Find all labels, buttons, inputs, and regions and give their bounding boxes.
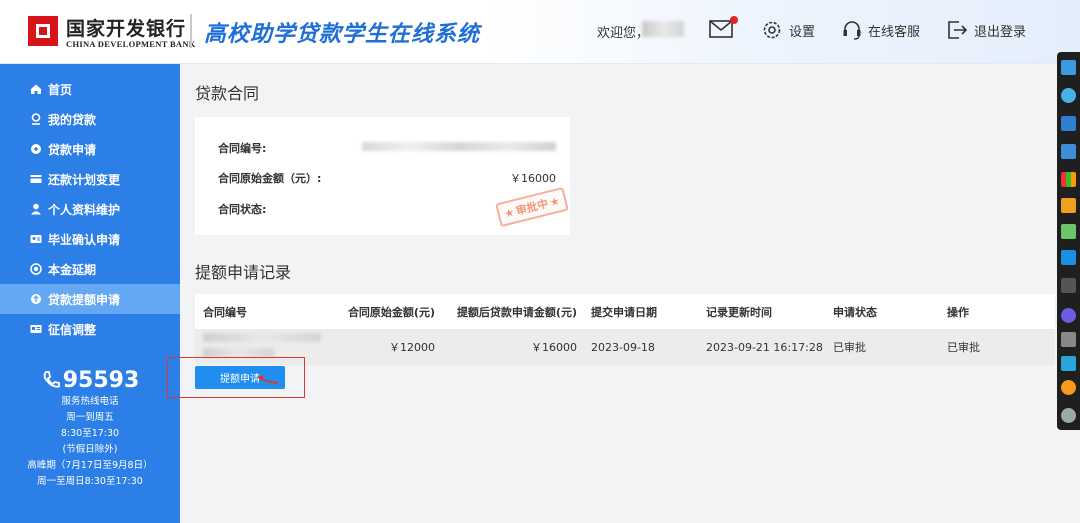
hotline-peak-hours: 周一至周日8:30至17:30 (37, 476, 143, 487)
target-icon (30, 263, 42, 275)
unread-dot (730, 16, 738, 24)
sidebar-item-home[interactable]: 首页 (0, 74, 180, 104)
folder-icon[interactable] (1061, 198, 1076, 213)
hotline-block: 95593 服务热线电话 周一到周五 8:30至17:30 (节假日除外) 高峰… (0, 366, 180, 490)
image-icon[interactable] (1061, 224, 1076, 239)
contract-status-label: 合同状态: (218, 203, 267, 216)
sidebar-item-label: 个人资料维护 (48, 202, 121, 217)
hotline-hours: 8:30至17:30 (60, 428, 120, 439)
sidebar-item-deferral[interactable]: 本金延期 (0, 254, 180, 284)
row-original-amount: ￥12000 (389, 341, 435, 354)
contract-section-title: 贷款合同 (195, 84, 260, 103)
row-action: 已审批 (947, 341, 980, 354)
sidebar-item-label: 我的贷款 (48, 112, 97, 127)
arrow-annotation-icon (257, 375, 279, 384)
status-stamp: ★ 审批中 ★ (495, 186, 569, 228)
header-divider (190, 14, 192, 48)
apply-icon (30, 143, 42, 155)
sidebar-item-graduation[interactable]: 毕业确认申请 (0, 224, 180, 254)
hotline-peak: 高峰期（7月17日至9月8日） (27, 460, 153, 471)
sidebar-item-label: 本金延期 (48, 262, 97, 277)
sidebar: 首页 我的贷款 贷款申请 还款计划变更 个人资料维护 毕业确认申请 本金延期 贷… (0, 64, 180, 523)
bank-name-cn: 国家开发银行 (66, 18, 187, 40)
bank-logo (28, 16, 58, 46)
loan-icon (30, 113, 42, 125)
col-submit-date: 提交申请日期 (591, 305, 657, 319)
video-icon[interactable] (1061, 250, 1076, 265)
col-action: 操作 (947, 305, 969, 319)
settings-button[interactable]: 设置 (761, 18, 815, 42)
highlight-box (167, 357, 305, 398)
settings-label: 设置 (789, 24, 816, 40)
contract-id-label: 合同编号: (218, 142, 267, 155)
contract-id-redacted (362, 142, 556, 151)
logout-label: 退出登录 (974, 24, 1027, 40)
row-submit-date: 2023-09-18 (591, 340, 655, 354)
screen-icon[interactable] (1061, 356, 1076, 371)
hotline-days: 周一到周五 (66, 412, 114, 423)
records-table: 合同编号 合同原始金额(元) 提额后贷款申请金额(元) 提交申请日期 记录更新时… (195, 294, 1055, 365)
sidebar-item-label: 贷款提额申请 (48, 292, 121, 307)
sidebar-item-label: 征信调整 (48, 322, 97, 337)
bank-name-en: CHINA DEVELOPMENT BANK (66, 39, 196, 49)
phone-icon (43, 371, 60, 388)
sidebar-item-label: 还款计划变更 (48, 172, 121, 187)
sidebar-item-loan-apply[interactable]: 贷款申请 (0, 134, 180, 164)
gear-icon (763, 21, 781, 39)
headset-icon (843, 21, 861, 40)
sidebar-item-label: 贷款申请 (48, 142, 97, 157)
desktop-dock (1057, 52, 1080, 430)
more-icon[interactable] (1061, 278, 1076, 293)
contract-amount-value: ￥16000 (510, 172, 556, 185)
raise-icon (30, 293, 42, 305)
records-section-title: 提额申请记录 (195, 263, 292, 282)
row-status: 已审批 (833, 341, 866, 354)
monitor-icon[interactable] (1061, 60, 1076, 75)
card-icon (30, 173, 42, 185)
top-header: 国家开发银行 CHINA DEVELOPMENT BANK 高校助学贷款学生在线… (0, 0, 1080, 64)
archive-icon[interactable] (1061, 172, 1076, 187)
col-original-amount: 合同原始金额(元) (347, 305, 435, 319)
sidebar-item-repay-change[interactable]: 还款计划变更 (0, 164, 180, 194)
mail-icon[interactable] (709, 16, 738, 40)
user-icon[interactable] (1061, 88, 1076, 103)
table-header: 合同编号 合同原始金额(元) 提额后贷款申请金额(元) 提交申请日期 记录更新时… (195, 294, 1055, 329)
table-row: ￥12000 ￥16000 2023-09-18 2023-09-21 16:1… (195, 329, 1055, 365)
username-redacted (642, 21, 684, 37)
profile-icon[interactable] (1061, 332, 1076, 347)
shortcut-icon[interactable] (1061, 116, 1076, 131)
col-status: 申请状态 (833, 305, 877, 319)
credit-icon (30, 323, 42, 335)
contract-card: 合同编号: 合同原始金额（元）: ￥16000 合同状态: ★ 审批中 ★ (195, 117, 570, 235)
hotline-number: 95593 (0, 366, 180, 394)
search-icon[interactable] (1061, 380, 1076, 395)
support-label: 在线客服 (868, 24, 921, 40)
shield-icon[interactable] (1061, 308, 1076, 323)
logout-button[interactable]: 退出登录 (946, 18, 1026, 42)
support-button[interactable]: 在线客服 (842, 18, 920, 42)
sidebar-item-limit-raise[interactable]: 贷款提额申请 (0, 284, 180, 314)
sidebar-item-credit[interactable]: 征信调整 (0, 314, 180, 344)
sidebar-item-label: 毕业确认申请 (48, 232, 121, 247)
sidebar-item-label: 首页 (48, 82, 73, 97)
row-new-amount: ￥16000 (531, 341, 577, 354)
row-contract-id-redacted (203, 333, 321, 359)
row-update-time: 2023-09-21 16:17:28 (706, 340, 823, 354)
col-new-amount: 提额后贷款申请金额(元) (456, 305, 577, 319)
col-contract-id: 合同编号 (203, 305, 247, 319)
gear-icon[interactable] (1061, 408, 1076, 423)
hotline-label: 服务热线电话 (61, 396, 119, 407)
home-icon (30, 83, 42, 95)
logout-icon (948, 21, 968, 39)
col-update-time: 记录更新时间 (706, 305, 772, 319)
id-card-icon (30, 233, 42, 245)
sidebar-item-profile[interactable]: 个人资料维护 (0, 194, 180, 224)
system-title: 高校助学贷款学生在线系统 (204, 22, 481, 47)
sidebar-item-my-loans[interactable]: 我的贷款 (0, 104, 180, 134)
user-icon (30, 203, 42, 215)
contract-amount-label: 合同原始金额（元）: (218, 172, 322, 185)
list-icon[interactable] (1061, 144, 1076, 159)
hotline-note: (节假日除外) (62, 444, 118, 455)
